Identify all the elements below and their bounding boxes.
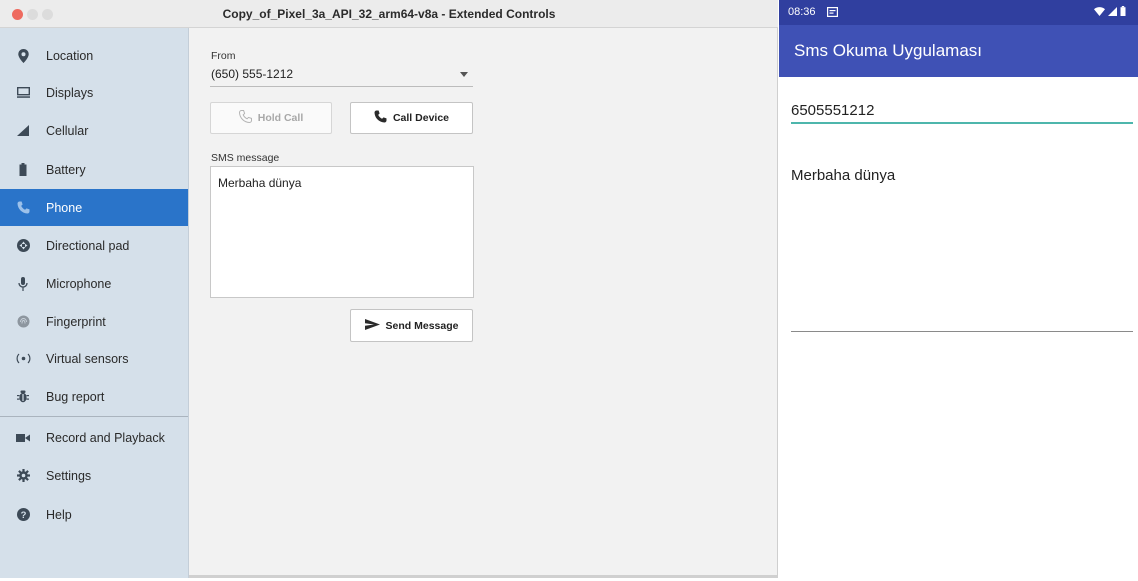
device-screen: 08:36 Sms Okuma Uygulaması 6505551212 Me…: [779, 0, 1138, 581]
phone-number-field[interactable]: 6505551212: [791, 102, 874, 119]
send-message-label: Send Message: [385, 319, 459, 332]
sidebar-item-fingerprint[interactable]: Fingerprint: [0, 303, 188, 340]
sidebar-item-label: Record and Playback: [46, 430, 165, 445]
from-label: From: [211, 50, 236, 62]
status-bar: 08:36: [779, 0, 1138, 25]
app-bar: Sms Okuma Uygulaması: [779, 25, 1138, 77]
window-titlebar: Copy_of_Pixel_3a_API_32_arm64-v8a - Exte…: [0, 0, 778, 28]
from-underline: [210, 86, 473, 87]
video-camera-icon: [0, 433, 46, 443]
phone-hold-icon: [238, 110, 252, 126]
sidebar-item-cellular[interactable]: Cellular: [0, 112, 188, 149]
sidebar-item-label: Displays: [46, 85, 94, 100]
window-title: Copy_of_Pixel_3a_API_32_arm64-v8a - Exte…: [222, 7, 556, 21]
sidebar-item-settings[interactable]: Settings: [0, 457, 188, 494]
wifi-icon: [1094, 6, 1105, 19]
sidebar-item-microphone[interactable]: Microphone: [0, 265, 188, 302]
sidebar-item-displays[interactable]: Displays: [0, 74, 188, 111]
message-text: Merbaha dünya: [791, 167, 896, 184]
dpad-icon: [0, 239, 46, 252]
sidebar-item-help[interactable]: ? Help: [0, 496, 188, 533]
status-time: 08:36: [788, 6, 816, 18]
sidebar-item-bug-report[interactable]: Bug report: [0, 378, 188, 415]
hold-call-button[interactable]: Hold Call: [210, 102, 332, 134]
fingerprint-icon: [0, 315, 46, 328]
display-icon: [0, 87, 46, 98]
sms-message-textarea[interactable]: Merbaha dünya: [210, 166, 474, 298]
phone-number-underline: [791, 122, 1133, 124]
sidebar-item-label: Fingerprint: [46, 314, 106, 329]
message-underline: [791, 331, 1133, 332]
extended-controls-window: Copy_of_Pixel_3a_API_32_arm64-v8a - Exte…: [0, 0, 778, 578]
status-icons: [1094, 6, 1126, 19]
sidebar-item-directional-pad[interactable]: Directional pad: [0, 227, 188, 264]
sidebar-item-record-and-playback[interactable]: Record and Playback: [0, 419, 188, 456]
sidebar-item-battery[interactable]: Battery: [0, 151, 188, 188]
microphone-icon: [0, 276, 46, 291]
cellular-signal-icon: [0, 125, 46, 136]
sidebar-item-label: Settings: [46, 468, 92, 483]
help-icon: ?: [0, 508, 46, 521]
send-message-button[interactable]: Send Message: [350, 309, 473, 342]
battery-icon: [0, 163, 46, 176]
from-value: (650) 555-1212: [211, 67, 294, 81]
app-title: Sms Okuma Uygulaması: [794, 41, 982, 60]
sidebar-item-label: Phone: [46, 200, 83, 215]
sidebar-item-label: Cellular: [46, 123, 89, 138]
send-icon: [364, 318, 380, 333]
call-device-label: Call Device: [392, 112, 450, 124]
sidebar-item-label: Location: [46, 48, 94, 63]
sidebar-item-label: Directional pad: [46, 238, 130, 253]
gear-icon: [0, 469, 46, 482]
phone-icon: [374, 110, 387, 126]
sidebar-item-label: Virtual sensors: [46, 351, 129, 366]
sidebar-item-location[interactable]: Location: [0, 37, 188, 74]
location-pin-icon: [0, 48, 46, 63]
svg-text:?: ?: [20, 510, 26, 521]
sidebar-item-virtual-sensors[interactable]: Virtual sensors: [0, 340, 188, 377]
sidebar-item-label: Bug report: [46, 389, 105, 404]
bug-icon: [0, 390, 46, 403]
sidebar-item-phone[interactable]: Phone: [0, 189, 188, 226]
sidebar: Location Displays Cellular Battery Phone: [0, 28, 189, 578]
sidebar-item-label: Help: [46, 507, 72, 522]
cellular-signal-icon: [1108, 6, 1117, 19]
sms-message-label: SMS message: [211, 152, 280, 164]
phone-icon: [0, 201, 46, 214]
notification-icon: [827, 7, 839, 20]
battery-icon: [1120, 6, 1126, 19]
hold-call-label: Hold Call: [257, 112, 304, 124]
chevron-down-icon: [460, 72, 468, 77]
virtual-sensors-icon: [0, 352, 46, 365]
call-device-button[interactable]: Call Device: [350, 102, 473, 134]
sidebar-item-label: Battery: [46, 162, 86, 177]
phone-panel: From (650) 555-1212 Hold Call Call Devic…: [190, 28, 778, 578]
sidebar-item-label: Microphone: [46, 276, 112, 291]
sidebar-divider: [0, 416, 188, 417]
